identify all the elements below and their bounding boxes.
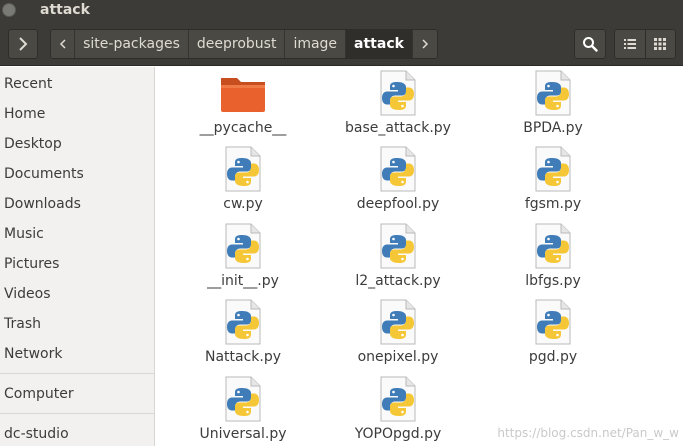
python-file-icon — [378, 146, 418, 196]
list-view-button[interactable] — [615, 30, 645, 58]
sidebar-item-computer[interactable]: Computer — [4, 386, 74, 402]
sidebar-item-network[interactable]: Network — [4, 346, 62, 362]
file-name: BPDA.py — [523, 120, 583, 136]
search-button[interactable] — [574, 29, 606, 59]
list-view-icon — [623, 39, 636, 49]
sidebar-item-recent[interactable]: Recent — [4, 76, 52, 92]
sidebar-item-trash[interactable]: Trash — [4, 316, 41, 332]
path-scroll-left-button[interactable] — [51, 30, 76, 58]
sidebar-item-videos[interactable]: Videos — [4, 286, 51, 302]
view-toggle-group — [614, 29, 676, 59]
sidebar-item-documents[interactable]: Documents — [4, 166, 84, 182]
file-item-pgd-py[interactable]: pgd.py — [478, 299, 628, 375]
file-item-cw-py[interactable]: cw.py — [168, 146, 318, 222]
python-file-icon — [378, 299, 418, 349]
file-item-onepixel-py[interactable]: onepixel.py — [323, 299, 473, 375]
chevron-right-icon — [19, 37, 28, 51]
python-file-icon — [378, 223, 418, 273]
file-name: YOPOpgd.py — [354, 426, 442, 442]
title-bar: attack — [0, 0, 683, 22]
python-file-icon — [378, 70, 418, 120]
python-file-icon — [533, 299, 573, 349]
file-name: deepfool.py — [356, 196, 440, 212]
breadcrumb-deeprobust[interactable]: deeprobust — [188, 30, 286, 58]
python-file-icon — [223, 376, 263, 426]
sidebar-item-downloads[interactable]: Downloads — [4, 196, 81, 212]
sidebar-item-desktop[interactable]: Desktop — [4, 136, 62, 152]
window-title: attack — [40, 2, 90, 18]
file-name: onepixel.py — [357, 349, 439, 365]
file-item-base-attack-py[interactable]: base_attack.py — [323, 70, 473, 146]
window-control-button[interactable] — [2, 3, 16, 17]
sidebar-divider — [0, 413, 155, 414]
file-item-yopopgd-py[interactable]: YOPOpgd.py — [323, 376, 473, 446]
grid-view-icon — [654, 38, 667, 50]
file-name: lbfgs.py — [525, 273, 581, 289]
sidebar-item-dc-studio[interactable]: dc-studio — [4, 426, 69, 442]
breadcrumb-site-packages[interactable]: site-packages — [75, 30, 189, 58]
python-file-icon — [533, 223, 573, 273]
file-name: l2_attack.py — [355, 273, 441, 289]
file-name: pgd.py — [528, 349, 578, 365]
file-item-universal-py[interactable]: Universal.py — [168, 376, 318, 446]
file-item-bpda-py[interactable]: BPDA.py — [478, 70, 628, 146]
chevron-right-icon — [422, 39, 429, 49]
file-item-pycache[interactable]: __pycache__ — [168, 70, 318, 146]
grid-view-button[interactable] — [644, 30, 675, 58]
file-grid: __pycache__ base_attack.py BPDA.py cw.py dee… — [156, 67, 683, 446]
file-item-nattack-py[interactable]: Nattack.py — [168, 299, 318, 375]
forward-button[interactable] — [8, 29, 38, 59]
sidebar: Recent Home Desktop Documents Downloads … — [0, 67, 155, 446]
breadcrumb: site-packages deeprobust image attack — [50, 29, 438, 59]
python-file-icon — [533, 146, 573, 196]
breadcrumb-image[interactable]: image — [285, 30, 347, 58]
folder-icon — [219, 70, 267, 118]
sidebar-item-pictures[interactable]: Pictures — [4, 256, 59, 272]
python-file-icon — [378, 376, 418, 426]
file-name: __pycache__ — [199, 120, 287, 136]
breadcrumb-attack[interactable]: attack — [346, 30, 413, 58]
sidebar-item-home[interactable]: Home — [4, 106, 45, 122]
python-file-icon — [223, 299, 263, 349]
python-file-icon — [533, 70, 573, 120]
file-name: cw.py — [223, 196, 263, 212]
sidebar-item-music[interactable]: Music — [4, 226, 44, 242]
python-file-icon — [223, 146, 263, 196]
file-name: base_attack.py — [345, 120, 451, 136]
file-item-deepfool-py[interactable]: deepfool.py — [323, 146, 473, 222]
chevron-left-icon — [59, 39, 66, 49]
path-scroll-right-button[interactable] — [412, 30, 437, 58]
file-item-lbfgs-py[interactable]: lbfgs.py — [478, 223, 628, 299]
file-item-init-py[interactable]: __init__.py — [168, 223, 318, 299]
file-name: fgsm.py — [524, 196, 582, 212]
sidebar-divider — [0, 373, 155, 374]
file-name: Universal.py — [199, 426, 287, 442]
file-name: Nattack.py — [204, 349, 282, 365]
file-item-l2-attack-py[interactable]: l2_attack.py — [323, 223, 473, 299]
header-toolbar: site-packages deeprobust image attack — [0, 22, 683, 66]
file-name: __init__.py — [207, 273, 279, 289]
watermark: https://blog.csdn.net/Pan_w_w — [497, 426, 679, 440]
file-item-fgsm-py[interactable]: fgsm.py — [478, 146, 628, 222]
search-icon — [583, 37, 598, 52]
python-file-icon — [223, 223, 263, 273]
